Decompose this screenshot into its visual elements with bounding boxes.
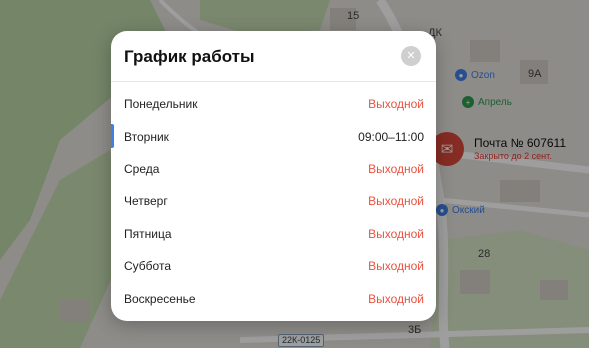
close-button[interactable]: ✕ — [401, 46, 421, 66]
schedule-list: Понедельник Выходной Вторник 09:00–11:00 Сре… — [111, 88, 436, 315]
schedule-day: Суббота — [124, 259, 171, 274]
schedule-row: Вторник 09:00–11:00 — [111, 120, 436, 152]
schedule-day: Среда — [124, 161, 160, 176]
schedule-hours: Выходной — [368, 291, 424, 306]
schedule-row: Пятница Выходной — [111, 218, 436, 250]
close-icon: ✕ — [406, 50, 416, 62]
schedule-day: Понедельник — [124, 97, 198, 112]
schedule-hours: 09:00–11:00 — [358, 129, 424, 144]
dialog-title: График работы — [124, 47, 255, 66]
schedule-hours: Выходной — [368, 194, 424, 209]
schedule-hours: Выходной — [368, 226, 424, 241]
schedule-row: Среда Выходной — [111, 153, 436, 185]
schedule-row: Суббота Выходной — [111, 250, 436, 282]
schedule-row: Воскресенье Выходной — [111, 282, 436, 314]
dialog-header: График работы ✕ — [111, 31, 436, 82]
schedule-row: Понедельник Выходной — [111, 88, 436, 120]
schedule-day: Вторник — [124, 129, 169, 144]
schedule-day: Пятница — [124, 226, 172, 241]
schedule-hours: Выходной — [368, 161, 424, 176]
schedule-row: Четверг Выходной — [111, 185, 436, 217]
schedule-dialog: График работы ✕ Понедельник Выходной Вторн… — [111, 31, 436, 321]
schedule-hours: Выходной — [368, 97, 424, 112]
schedule-day: Воскресенье — [124, 291, 196, 306]
schedule-day: Четверг — [124, 194, 168, 209]
schedule-hours: Выходной — [368, 259, 424, 274]
